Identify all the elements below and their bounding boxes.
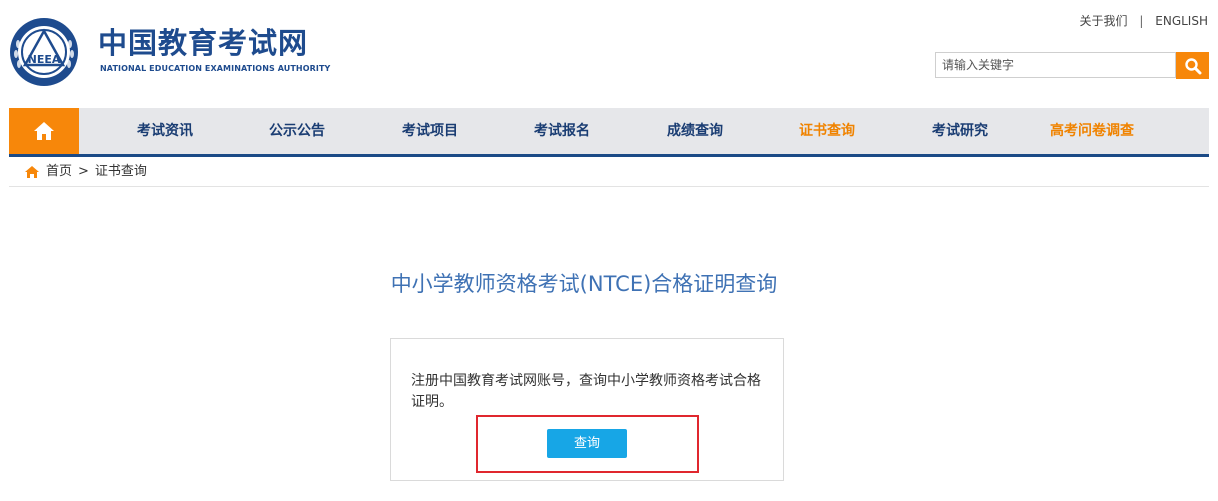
top-links-separator: | bbox=[1139, 14, 1144, 28]
nav-home-button[interactable] bbox=[9, 108, 79, 154]
breadcrumb: 首页 > 证书查询 bbox=[24, 162, 147, 182]
search-input[interactable] bbox=[936, 53, 1175, 77]
site-header: NEEA 中国教育考试网 NATIONAL EDUCATION EXAMINAT… bbox=[0, 0, 1218, 108]
nav-exam-news[interactable]: 考试资讯 bbox=[105, 108, 225, 154]
nav-gaokao-survey[interactable]: 高考问卷调查 bbox=[1032, 108, 1152, 154]
breadcrumb-separator: > bbox=[78, 164, 89, 179]
search-box bbox=[935, 52, 1176, 78]
nav-exam-registration[interactable]: 考试报名 bbox=[502, 108, 622, 154]
home-icon bbox=[25, 166, 39, 178]
nav-announcements[interactable]: 公示公告 bbox=[237, 108, 357, 154]
breadcrumb-home-link[interactable]: 首页 bbox=[46, 162, 72, 182]
english-link[interactable]: ENGLISH bbox=[1155, 14, 1208, 28]
nav-exam-programs[interactable]: 考试项目 bbox=[370, 108, 490, 154]
main-nav: 考试资讯 公示公告 考试项目 考试报名 成绩查询 证书查询 考试研究 高考问卷调… bbox=[9, 108, 1209, 157]
nav-certificate-query[interactable]: 证书查询 bbox=[767, 108, 887, 154]
emblem-text: NEEA bbox=[28, 53, 61, 66]
about-us-link[interactable]: 关于我们 bbox=[1080, 14, 1128, 28]
search-icon bbox=[1184, 57, 1201, 74]
neea-emblem-icon[interactable]: NEEA bbox=[8, 14, 80, 90]
logo-subtitle: NATIONAL EDUCATION EXAMINATIONS AUTHORIT… bbox=[100, 64, 331, 73]
top-links: 关于我们 | ENGLISH bbox=[1080, 13, 1208, 29]
page-title: 中小学教师资格考试(NTCE)合格证明查询 bbox=[390, 272, 778, 296]
nav-exam-research[interactable]: 考试研究 bbox=[900, 108, 1020, 154]
breadcrumb-current[interactable]: 证书查询 bbox=[95, 162, 147, 182]
home-icon bbox=[34, 122, 54, 140]
card-description: 注册中国教育考试网账号，查询中小学教师资格考试合格证明。 bbox=[411, 373, 761, 410]
logo-title[interactable]: 中国教育考试网 bbox=[98, 24, 308, 62]
nav-score-query[interactable]: 成绩查询 bbox=[635, 108, 755, 154]
search-button[interactable] bbox=[1176, 52, 1209, 79]
query-button[interactable]: 查询 bbox=[547, 429, 627, 458]
breadcrumb-divider bbox=[9, 186, 1209, 187]
